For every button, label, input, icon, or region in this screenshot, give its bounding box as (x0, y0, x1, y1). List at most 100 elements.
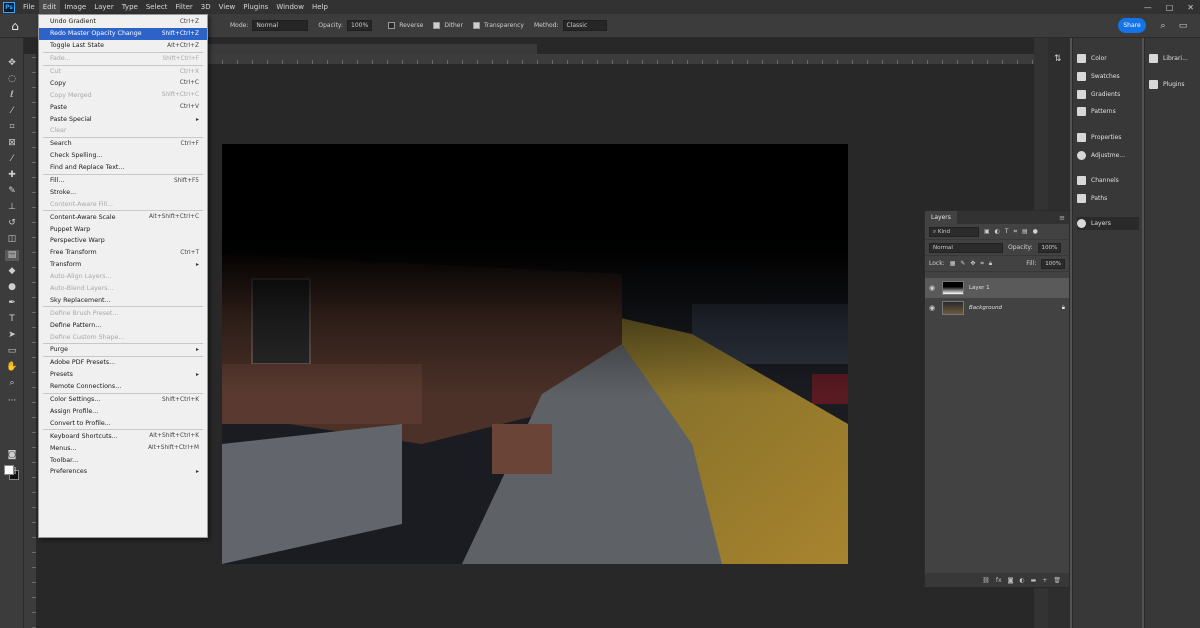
panel-swatches[interactable]: Swatches (1077, 70, 1120, 83)
maximize-icon[interactable]: □ (1166, 3, 1174, 12)
filter-adjustment-icon[interactable]: ◐ (995, 228, 1000, 235)
type-tool-icon[interactable]: T (5, 314, 19, 325)
photoshop-logo-icon[interactable]: Ps (3, 1, 15, 13)
shape-tool-icon[interactable]: ▭ (5, 346, 19, 357)
link-layers-icon[interactable]: ⛓ (982, 577, 990, 584)
history-icon[interactable]: ⇅ (1054, 54, 1062, 64)
brush-tool-icon[interactable]: ✎ (5, 186, 19, 197)
panel-properties[interactable]: Properties (1077, 131, 1121, 144)
menu-item-paste[interactable]: Paste Ctrl+V (39, 101, 207, 113)
reverse-checkbox[interactable] (388, 22, 396, 29)
filter-shape-icon[interactable]: ⌗ (1014, 228, 1017, 236)
lock-paint-icon[interactable]: ✎ (960, 260, 965, 267)
panel-gradients[interactable]: Gradients (1077, 88, 1120, 101)
history-brush-tool-icon[interactable]: ↺ (5, 218, 19, 229)
opacity-input[interactable]: 100% (347, 20, 373, 31)
menu-help[interactable]: Help (308, 0, 332, 14)
layer-row-layer-1[interactable]: ◉ Layer 1 (925, 278, 1069, 298)
menu-filter[interactable]: Filter (171, 0, 196, 14)
menu-item-fill[interactable]: Fill... Shift+F5 (39, 175, 207, 187)
adjustment-layer-icon[interactable]: ◐ (1019, 577, 1024, 584)
magic-wand-tool-icon[interactable]: ⁄ (5, 106, 19, 117)
menu-item-search[interactable]: Search Ctrl+F (39, 138, 207, 150)
clone-stamp-tool-icon[interactable]: ⊥ (5, 202, 19, 213)
eye-icon[interactable]: ◉ (929, 304, 937, 312)
panel-adjustments[interactable]: Adjustme... (1077, 149, 1125, 162)
path-selection-tool-icon[interactable]: ➤ (5, 330, 19, 341)
menu-window[interactable]: Window (272, 0, 308, 14)
new-layer-icon[interactable]: + (1042, 577, 1047, 584)
menu-layer[interactable]: Layer (90, 0, 118, 14)
menu-item-stroke[interactable]: Stroke... (39, 186, 207, 198)
menu-item-content-aware-scale[interactable]: Content-Aware Scale Alt+Shift+Ctrl+C (39, 211, 207, 223)
panel-menu-icon[interactable]: ≡ (1059, 214, 1065, 222)
quick-mask-icon[interactable]: ◙ (5, 450, 19, 461)
vertical-ruler[interactable] (24, 54, 36, 628)
menu-item-presets[interactable]: Presets ▸ (39, 369, 207, 381)
dither-checkbox[interactable] (433, 22, 441, 29)
gradient-tool-icon[interactable]: ▤ (5, 250, 19, 261)
menu-item-perspective-warp[interactable]: Perspective Warp (39, 235, 207, 247)
menu-item-define-pattern[interactable]: Define Pattern... (39, 319, 207, 331)
eyedropper-tool-icon[interactable]: ⁄ (5, 154, 19, 165)
menu-item-purge[interactable]: Purge ▸ (39, 344, 207, 356)
menu-item-color-settings[interactable]: Color Settings... Shift+Ctrl+K (39, 394, 207, 406)
panel-color[interactable]: Color (1077, 52, 1107, 65)
menu-item-convert-to-profile[interactable]: Convert to Profile... (39, 417, 207, 429)
lasso-tool-icon[interactable]: ℓ (5, 90, 19, 101)
transparency-checkbox[interactable] (472, 22, 480, 29)
panel-paths[interactable]: Paths (1077, 192, 1107, 205)
menu-file[interactable]: File (19, 0, 39, 14)
menu-item-menus[interactable]: Menus... Alt+Shift+Ctrl+M (39, 442, 207, 454)
hand-tool-icon[interactable]: ✋ (5, 362, 19, 373)
menu-item-free-transform[interactable]: Free Transform Ctrl+T (39, 247, 207, 259)
layers-tab[interactable]: Layers (925, 211, 957, 224)
filter-type-icon[interactable]: T (1005, 228, 1009, 235)
menu-edit[interactable]: Edit (38, 0, 61, 14)
menu-item-transform[interactable]: Transform ▸ (39, 259, 207, 271)
layer-style-icon[interactable]: fx (996, 577, 1002, 584)
panel-layers[interactable]: Layers (1077, 217, 1139, 230)
menu-item-preferences[interactable]: Preferences ▸ (39, 466, 207, 478)
minimize-icon[interactable]: — (1144, 3, 1152, 12)
menu-type[interactable]: Type (118, 0, 142, 14)
menu-item-check-spelling[interactable]: Check Spelling... (39, 150, 207, 162)
menu-image[interactable]: Image (60, 0, 90, 14)
mode-select[interactable]: Normal (252, 20, 309, 31)
menu-item-toggle-last-state[interactable]: Toggle Last State Alt+Ctrl+Z (39, 40, 207, 52)
panel-patterns[interactable]: Patterns (1077, 105, 1116, 118)
foreground-color-swatch[interactable] (4, 465, 14, 475)
home-icon[interactable]: ⌂ (0, 14, 30, 38)
new-group-icon[interactable]: ▬ (1031, 577, 1037, 584)
crop-tool-icon[interactable]: ⌗ (5, 122, 19, 133)
marquee-tool-icon[interactable]: ◌ (5, 74, 19, 85)
filter-toggle-icon[interactable]: ● (1033, 228, 1038, 235)
menu-item-find-and-replace-text[interactable]: Find and Replace Text... (39, 162, 207, 174)
more-tools-icon[interactable]: ··· (5, 396, 19, 407)
frame-tool-icon[interactable]: ⊠ (5, 138, 19, 149)
menu-select[interactable]: Select (142, 0, 172, 14)
lock-all-icon[interactable]: 🔒︎ (989, 260, 992, 268)
delete-layer-icon[interactable]: 🗑︎ (1053, 577, 1061, 584)
workspace-icon[interactable]: ▭ (1176, 19, 1190, 33)
layer-row-background[interactable]: ◉ Background 🔒︎ (925, 298, 1069, 318)
lock-artboard-icon[interactable]: ⌗ (980, 260, 983, 268)
menu-view[interactable]: View (215, 0, 240, 14)
blend-mode-select[interactable]: Normal (929, 242, 1003, 253)
menu-item-toolbar[interactable]: Toolbar... (39, 454, 207, 466)
filter-smart-icon[interactable]: ▤ (1022, 228, 1028, 235)
menu-item-undo-gradient[interactable]: Undo Gradient Ctrl+Z (39, 16, 207, 28)
panel-plugins[interactable]: Plugins (1149, 78, 1185, 91)
image-canvas[interactable] (222, 144, 848, 564)
dodge-tool-icon[interactable]: ● (5, 282, 19, 293)
method-select[interactable]: Classic (562, 20, 607, 31)
menu-item-redo-master-opacity-change[interactable]: Redo Master Opacity Change Shift+Ctrl+Z (39, 27, 207, 40)
eraser-tool-icon[interactable]: ◫ (5, 234, 19, 245)
document-tab[interactable] (207, 44, 537, 54)
fill-input[interactable]: 100% (1041, 258, 1065, 269)
menu-item-assign-profile[interactable]: Assign Profile... (39, 406, 207, 418)
lock-position-icon[interactable]: ✥ (970, 260, 975, 267)
menu-item-sky-replacement[interactable]: Sky Replacement... (39, 294, 207, 306)
menu-item-keyboard-shortcuts[interactable]: Keyboard Shortcuts... Alt+Shift+Ctrl+K (39, 430, 207, 442)
horizontal-ruler[interactable] (207, 54, 1034, 64)
